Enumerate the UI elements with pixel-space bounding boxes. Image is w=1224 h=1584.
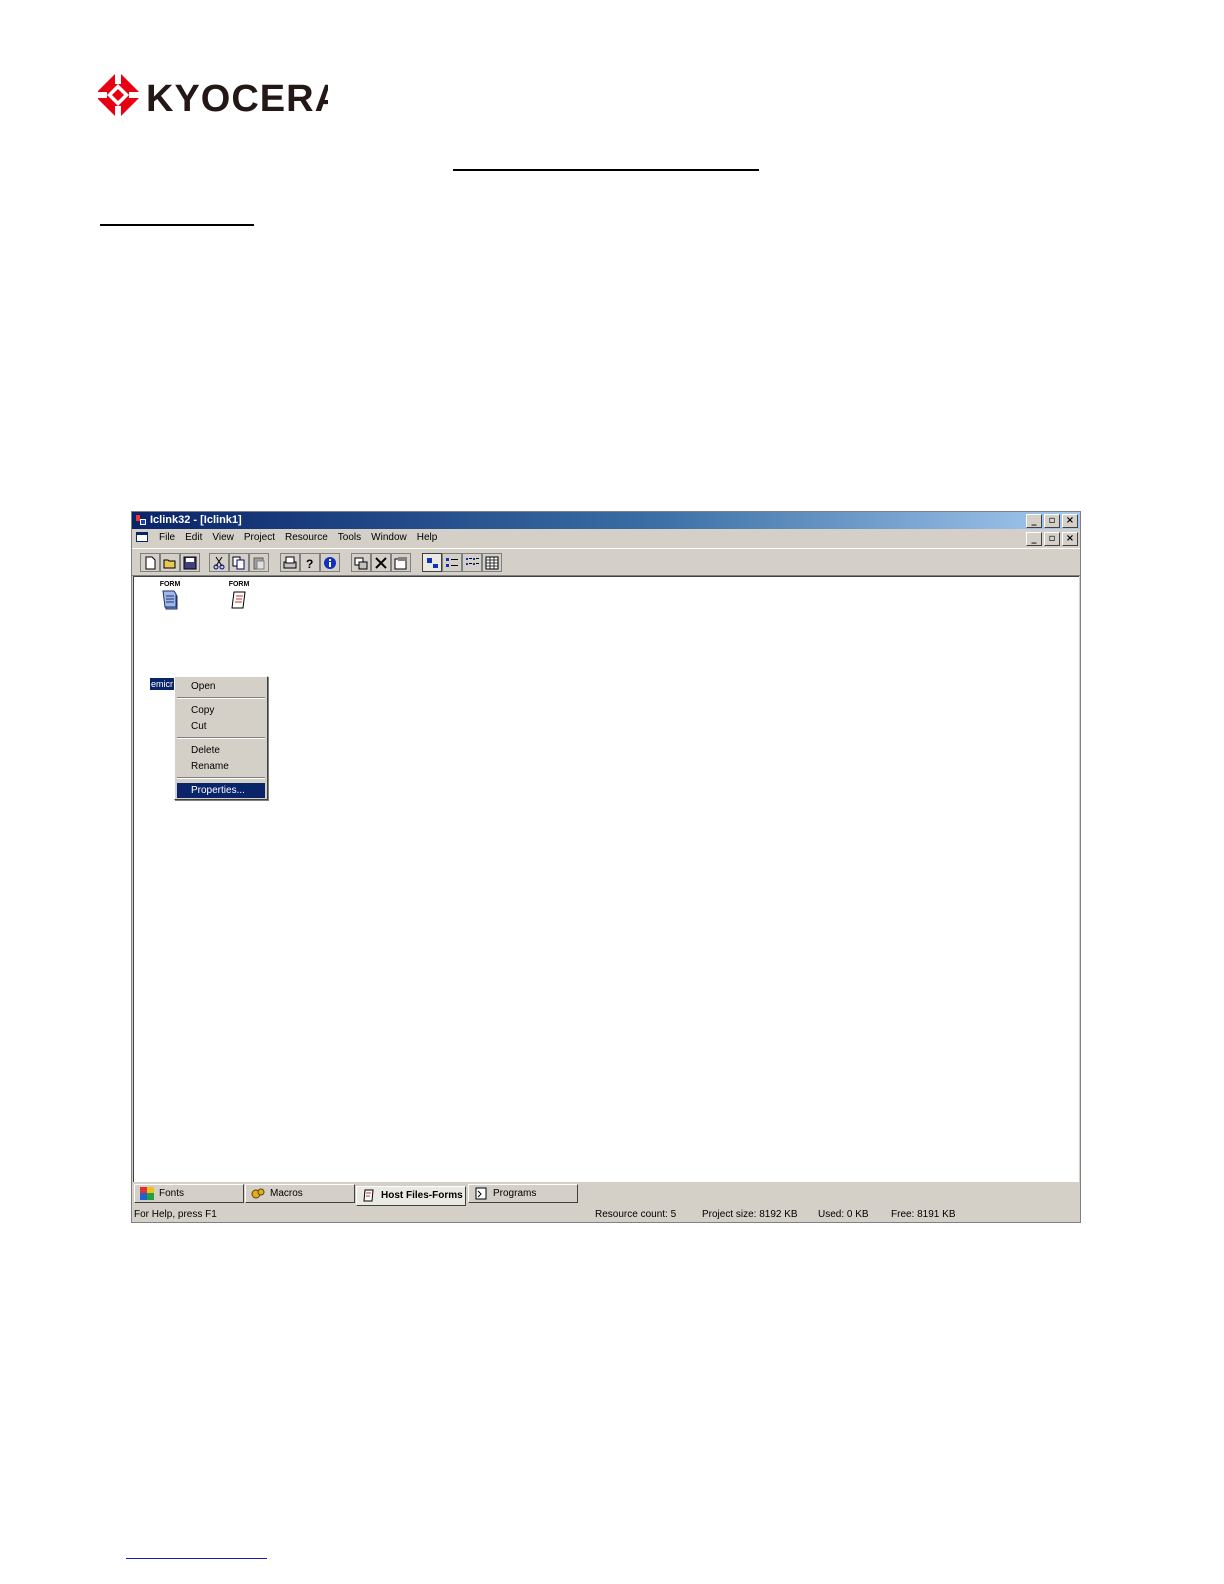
link-underline <box>126 1558 267 1559</box>
forms-icon <box>363 1189 374 1202</box>
document-window-icon[interactable] <box>136 532 148 542</box>
status-free: Free: 8191 KB <box>891 1209 956 1220</box>
programs-icon <box>475 1187 487 1200</box>
menu-help[interactable]: Help <box>412 529 443 547</box>
context-menu-copy[interactable]: Copy <box>177 703 265 718</box>
resource-label-selected[interactable]: emicr <box>150 678 175 690</box>
small-icons-view-icon <box>446 557 458 567</box>
restore-button[interactable]: ▫ <box>1044 514 1060 528</box>
section-underline <box>100 224 254 226</box>
resource-type: FORM <box>228 581 250 588</box>
list-view-button[interactable] <box>462 553 482 572</box>
info-icon <box>324 556 336 569</box>
tab-host-files-forms[interactable]: Host Files-Forms <box>356 1186 466 1206</box>
copy-button[interactable] <box>229 553 249 572</box>
delete-button[interactable] <box>371 553 391 572</box>
send-button[interactable] <box>351 553 371 572</box>
context-menu-cut[interactable]: Cut <box>177 719 265 734</box>
svg-text:KYOCERA: KYOCERA <box>146 78 328 120</box>
form-stack-icon <box>162 590 178 610</box>
window-title: Iclink32 - [Iclink1] <box>150 514 242 526</box>
cut-button[interactable] <box>209 553 229 572</box>
open-button[interactable] <box>160 553 180 572</box>
status-project-size: Project size: 8192 KB <box>702 1209 798 1220</box>
new-file-icon <box>145 556 156 569</box>
help-button[interactable]: ? <box>300 553 320 572</box>
window-caption-buttons: _ ▫ × <box>1026 514 1078 528</box>
context-menu-open[interactable]: Open <box>177 679 265 694</box>
print-icon <box>283 556 297 568</box>
app-window: Iclink32 - [Iclink1] _ ▫ × File Edit Vie… <box>131 511 1081 1223</box>
status-resource-count: Resource count: 5 <box>595 1209 677 1220</box>
menu-edit[interactable]: Edit <box>180 529 207 547</box>
save-icon <box>183 556 197 569</box>
send-icon <box>354 557 368 569</box>
save-button[interactable] <box>180 553 200 572</box>
list-view-icon <box>466 557 479 565</box>
heading-underline <box>453 169 759 171</box>
app-icon <box>136 515 146 525</box>
macros-icon <box>251 1188 265 1199</box>
delete-icon <box>375 556 387 569</box>
help-icon: ? <box>306 557 313 570</box>
resource-item[interactable]: FORM <box>219 581 259 611</box>
paste-button[interactable] <box>249 553 269 572</box>
status-bar: For Help, press F1 Resource count: 5 Pro… <box>133 1207 1079 1222</box>
child-restore-button[interactable]: ▫ <box>1044 532 1060 546</box>
minimize-button[interactable]: _ <box>1026 514 1042 528</box>
menu-separator <box>177 737 265 739</box>
menu-tools[interactable]: Tools <box>333 529 366 547</box>
cut-icon <box>213 556 225 569</box>
context-menu-rename[interactable]: Rename <box>177 759 265 774</box>
menu-separator <box>177 777 265 779</box>
paste-icon <box>253 557 265 569</box>
details-view-button[interactable] <box>482 553 502 572</box>
context-menu-properties[interactable]: Properties... <box>177 783 265 798</box>
resource-type: FORM <box>159 581 181 588</box>
resource-item[interactable]: FORM <box>150 581 190 611</box>
status-used: Used: 0 KB <box>818 1209 869 1220</box>
resource-view: FORM emicr FORM Open Copy Cut Delete Ren… <box>133 576 1079 1182</box>
svg-text:?: ? <box>306 557 313 570</box>
copy-icon <box>232 556 245 569</box>
menu-resource[interactable]: Resource <box>280 529 333 547</box>
context-menu-delete[interactable]: Delete <box>177 743 265 758</box>
context-menu: Open Copy Cut Delete Rename Properties..… <box>174 676 268 800</box>
menu-view[interactable]: View <box>207 529 239 547</box>
details-view-icon <box>485 556 499 569</box>
menu-separator <box>177 697 265 699</box>
open-folder-icon <box>163 559 176 568</box>
resource-tabs: Fonts Macros Host Files-Forms Programs <box>133 1183 1079 1206</box>
large-icons-view-button[interactable] <box>422 553 442 572</box>
print-button[interactable] <box>280 553 300 572</box>
properties-icon <box>394 556 407 569</box>
fonts-icon <box>140 1187 154 1200</box>
tab-label: Programs <box>493 1188 537 1199</box>
kyocera-logo: KYOCERA <box>94 70 342 122</box>
toolbar: ? <box>132 548 1080 576</box>
tab-programs[interactable]: Programs <box>468 1184 578 1203</box>
title-bar[interactable]: Iclink32 - [Iclink1] _ ▫ × <box>132 512 1080 529</box>
properties-button[interactable] <box>391 553 411 572</box>
tab-label: Macros <box>270 1188 303 1199</box>
menu-window[interactable]: Window <box>366 529 412 547</box>
tab-macros[interactable]: Macros <box>245 1184 355 1203</box>
child-caption-buttons: _ ▫ × <box>1026 532 1078 546</box>
child-close-button[interactable]: × <box>1062 532 1078 546</box>
status-help: For Help, press F1 <box>134 1209 217 1220</box>
child-minimize-button[interactable]: _ <box>1026 532 1042 546</box>
menu-project[interactable]: Project <box>239 529 280 547</box>
form-document-icon <box>231 591 246 609</box>
close-button[interactable]: × <box>1062 514 1078 528</box>
tab-label: Fonts <box>159 1188 185 1199</box>
new-button[interactable] <box>140 553 160 572</box>
menu-bar: File Edit View Project Resource Tools Wi… <box>132 529 1080 547</box>
large-icons-view-icon <box>427 557 438 568</box>
small-icons-view-button[interactable] <box>442 553 462 572</box>
info-button[interactable] <box>320 553 340 572</box>
tab-label: Host Files-Forms <box>381 1190 463 1201</box>
menu-file[interactable]: File <box>154 529 180 547</box>
tab-fonts[interactable]: Fonts <box>134 1184 244 1203</box>
